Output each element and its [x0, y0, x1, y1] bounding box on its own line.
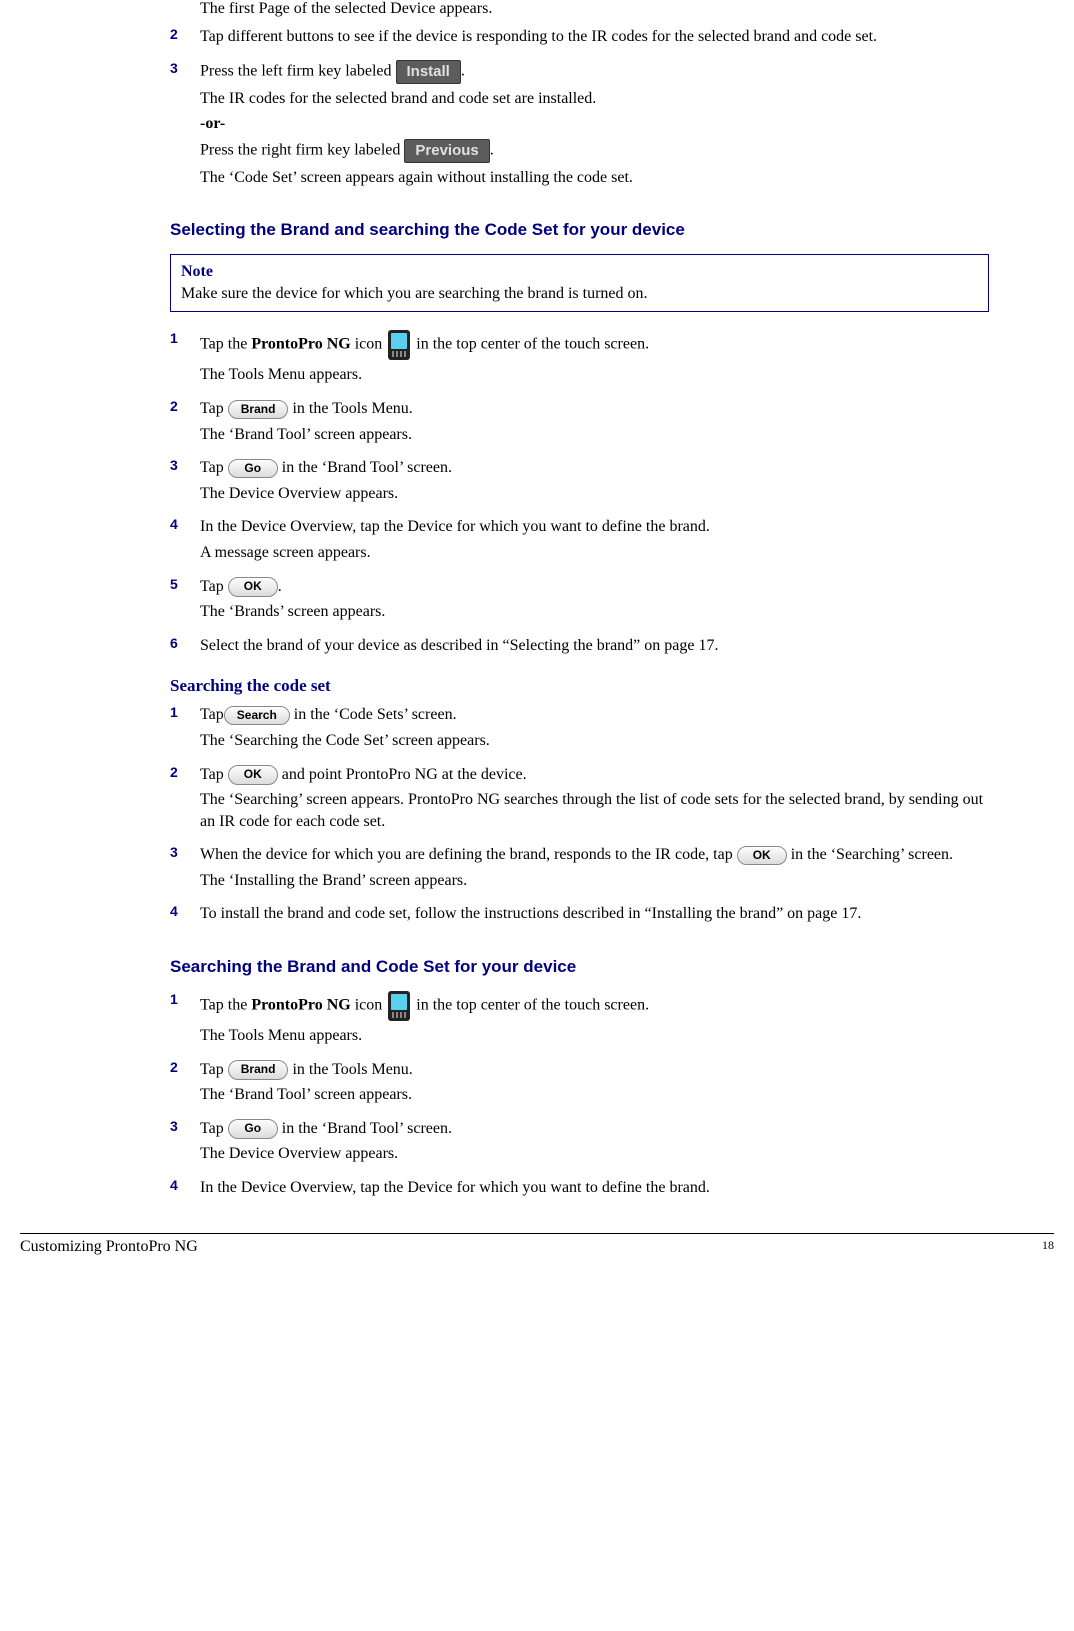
step-2: 2 Tap different buttons to see if the de… — [170, 26, 989, 52]
step-number: 2 — [170, 1059, 200, 1110]
sec2-step-2: 2 Tap Brand in the Tools Menu. The ‘Bran… — [170, 1059, 989, 1110]
step-text: The Tools Menu appears. — [200, 364, 989, 386]
step-text: The ‘Searching’ screen appears. ProntoPr… — [200, 789, 989, 832]
section-heading: Searching the Brand and Code Set for you… — [170, 957, 989, 977]
step-text: -or- — [200, 113, 989, 135]
install-firmkey: Install — [396, 60, 461, 84]
sec2-step-3: 3 Tap Go in the ‘Brand Tool’ screen. The… — [170, 1118, 989, 1169]
step-text: To install the brand and code set, follo… — [200, 903, 989, 925]
step-text: The ‘Brand Tool’ screen appears. — [200, 1084, 989, 1106]
step-number: 1 — [170, 704, 200, 755]
step-text: The ‘Code Set’ screen appears again with… — [200, 167, 989, 189]
ok-button: OK — [228, 765, 278, 785]
sel-step-6: 6 Select the brand of your device as des… — [170, 635, 989, 661]
step-number: 1 — [170, 991, 200, 1051]
sec2-step-4: 4 In the Device Overview, tap the Device… — [170, 1177, 989, 1203]
step-text: Tap Brand in the Tools Menu. — [200, 398, 989, 420]
step-number: 4 — [170, 1177, 200, 1203]
brand-button: Brand — [228, 400, 289, 420]
previous-firmkey: Previous — [404, 139, 489, 163]
footer-title: Customizing ProntoPro NG — [20, 1238, 198, 1256]
note-title: Note — [181, 263, 978, 281]
step-text: In the Device Overview, tap the Device f… — [200, 516, 989, 538]
ok-button: OK — [228, 577, 278, 597]
step-number: 4 — [170, 516, 200, 567]
step-text: Tap Go in the ‘Brand Tool’ screen. — [200, 457, 989, 479]
note-body: Make sure the device for which you are s… — [181, 285, 978, 303]
page-number: 18 — [1042, 1238, 1054, 1256]
step-text: Tap OK and point ProntoPro NG at the dev… — [200, 764, 989, 786]
search-step-3: 3 When the device for which you are defi… — [170, 844, 989, 895]
sel-step-3: 3 Tap Go in the ‘Brand Tool’ screen. The… — [170, 457, 989, 508]
step-text: Tap OK. — [200, 576, 989, 598]
search-step-1: 1 TapSearch in the ‘Code Sets’ screen. T… — [170, 704, 989, 755]
sel-step-5: 5 Tap OK. The ‘Brands’ screen appears. — [170, 576, 989, 627]
step-number: 5 — [170, 576, 200, 627]
subsection-heading: Searching the code set — [170, 676, 989, 696]
step-number: 3 — [170, 457, 200, 508]
step-number: 3 — [170, 1118, 200, 1169]
step-text: The ‘Brands’ screen appears. — [200, 601, 989, 623]
sel-step-4: 4 In the Device Overview, tap the Device… — [170, 516, 989, 567]
step-text: Select the brand of your device as descr… — [200, 635, 989, 657]
intro-text: The first Page of the selected Device ap… — [200, 0, 989, 18]
ok-button: OK — [737, 846, 787, 866]
step-text: In the Device Overview, tap the Device f… — [200, 1177, 989, 1199]
step-text: The IR codes for the selected brand and … — [200, 88, 989, 110]
search-step-4: 4 To install the brand and code set, fol… — [170, 903, 989, 929]
step-text: Tap Go in the ‘Brand Tool’ screen. — [200, 1118, 989, 1140]
step-number: 6 — [170, 635, 200, 661]
step-number: 4 — [170, 903, 200, 929]
step-text: The Tools Menu appears. — [200, 1025, 989, 1047]
sel-step-1: 1 Tap the ProntoPro NG icon in the top c… — [170, 330, 989, 390]
step-text: The ‘Installing the Brand’ screen appear… — [200, 870, 989, 892]
step-number: 2 — [170, 26, 200, 52]
step-text: The ‘Searching the Code Set’ screen appe… — [200, 730, 989, 752]
search-step-2: 2 Tap OK and point ProntoPro NG at the d… — [170, 764, 989, 837]
step-text: A message screen appears. — [200, 542, 989, 564]
sel-step-2: 2 Tap Brand in the Tools Menu. The ‘Bran… — [170, 398, 989, 449]
step-text: Tap different buttons to see if the devi… — [200, 26, 989, 48]
step-text: The Device Overview appears. — [200, 483, 989, 505]
sec2-step-1: 1 Tap the ProntoPro NG icon in the top c… — [170, 991, 989, 1051]
step-text: Tap the ProntoPro NG icon in the top cen… — [200, 991, 989, 1021]
step-text: The Device Overview appears. — [200, 1143, 989, 1165]
search-button: Search — [224, 706, 290, 726]
step-number: 1 — [170, 330, 200, 390]
step-number: 3 — [170, 60, 200, 193]
brand-button: Brand — [228, 1060, 289, 1080]
step-number: 3 — [170, 844, 200, 895]
step-text: TapSearch in the ‘Code Sets’ screen. — [200, 704, 989, 726]
step-text: Press the left firm key labeled Install. — [200, 60, 989, 84]
page-footer: Customizing ProntoPro NG 18 — [20, 1233, 1054, 1276]
step-number: 2 — [170, 764, 200, 837]
step-text: Tap Brand in the Tools Menu. — [200, 1059, 989, 1081]
prontopro-icon — [388, 330, 410, 360]
step-number: 2 — [170, 398, 200, 449]
step-text: Press the right firm key labeled Previou… — [200, 139, 989, 163]
go-button: Go — [228, 459, 278, 479]
step-text: Tap the ProntoPro NG icon in the top cen… — [200, 330, 989, 360]
step-3: 3 Press the left firm key labeled Instal… — [170, 60, 989, 193]
go-button: Go — [228, 1119, 278, 1139]
prontopro-icon — [388, 991, 410, 1021]
step-text: The ‘Brand Tool’ screen appears. — [200, 424, 989, 446]
step-text: When the device for which you are defini… — [200, 844, 989, 866]
section-heading: Selecting the Brand and searching the Co… — [170, 220, 989, 240]
note-box: Note Make sure the device for which you … — [170, 254, 989, 312]
